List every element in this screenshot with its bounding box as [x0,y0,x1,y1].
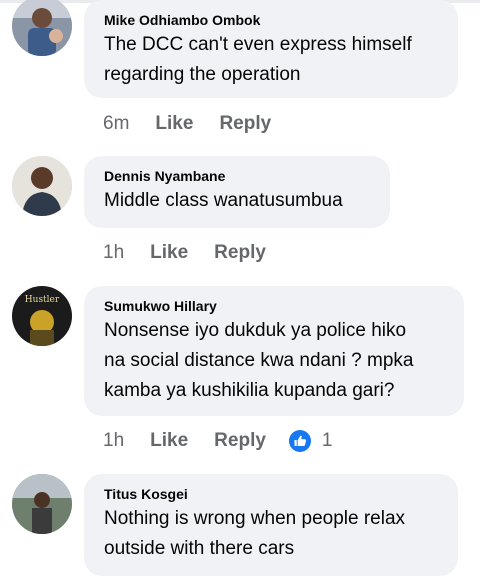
comment-actions: 1h Like Reply 1 [103,428,333,454]
comment-bubble: Sumukwo Hillary Nonsense iyo dukduk ya p… [84,286,464,416]
comment-bubble: Titus Kosgei Nothing is wrong when peopl… [84,474,458,576]
reply-button[interactable]: Reply [214,242,266,264]
like-button[interactable]: Like [155,113,193,135]
comment-text: Nothing is wrong when people relax outsi… [104,508,406,559]
comment-author[interactable]: Titus Kosgei [104,486,440,502]
reaction-summary[interactable]: 1 [288,429,333,453]
reply-button[interactable]: Reply [214,430,266,452]
avatar-mike[interactable] [12,0,72,56]
comment-time[interactable]: 1h [103,430,124,452]
comment-actions: 6m Like Reply [103,112,271,136]
like-button[interactable]: Like [150,430,188,452]
comment-author[interactable]: Sumukwo Hillary [104,298,446,314]
comment-text: Middle class wanatusumbua [104,190,343,211]
comment-author[interactable]: Mike Odhiambo Ombok [104,12,440,28]
like-button[interactable]: Like [150,242,188,264]
comment-text: Nonsense iyo dukduk ya police hiko na so… [104,320,414,401]
avatar-dennis[interactable] [12,156,72,216]
comment-time[interactable]: 1h [103,242,124,264]
comment-bubble: Dennis Nyambane Middle class wanatusumbu… [84,156,390,228]
avatar-titus[interactable] [12,474,72,534]
comment-bubble: Mike Odhiambo Ombok The DCC can't even e… [84,0,458,98]
avatar-logo-text: Hustler [25,295,60,305]
comment-time[interactable]: 6m [103,113,129,135]
comment-actions: 1h Like Reply [103,241,266,265]
comment-author[interactable]: Dennis Nyambane [104,168,372,184]
reaction-count: 1 [321,430,333,451]
comment-text: The DCC can't even express himself regar… [104,34,412,85]
avatar-sumukwo[interactable]: Hustler [12,286,72,346]
reply-button[interactable]: Reply [219,113,271,135]
thumbs-up-icon [288,430,311,452]
